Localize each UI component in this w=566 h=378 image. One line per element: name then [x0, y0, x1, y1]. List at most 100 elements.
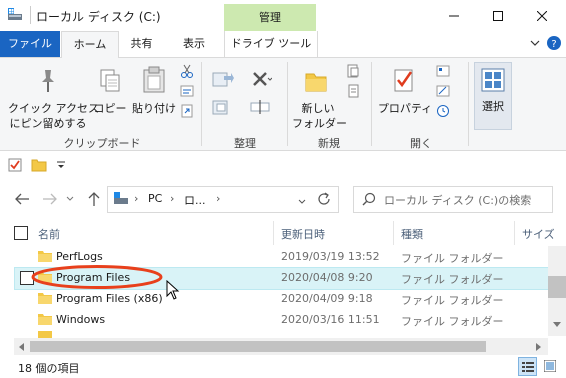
close-button[interactable] — [520, 0, 564, 31]
file-modified: 2020/04/08 9:20 — [281, 271, 373, 284]
details-view-icon — [522, 362, 534, 372]
file-modified: 2019/03/19 13:52 — [281, 250, 380, 263]
forward-icon — [43, 193, 57, 205]
cut-icon[interactable] — [180, 64, 194, 78]
group-separator — [468, 62, 469, 146]
maximize-button[interactable] — [476, 0, 520, 31]
group-separator — [371, 62, 372, 146]
drive-icon — [114, 192, 128, 204]
pin-icon — [42, 70, 54, 92]
vertical-scrollbar[interactable] — [548, 246, 566, 336]
tab-file[interactable]: ファイル — [0, 31, 60, 57]
tab-view[interactable]: 表示 — [166, 31, 222, 57]
scroll-left-icon[interactable] — [18, 343, 24, 351]
column-header-type[interactable]: 種類 — [401, 226, 423, 242]
column-header-size[interactable]: サイズ — [522, 226, 555, 242]
ribbon-expand-button[interactable] — [526, 34, 544, 52]
address-dropdown-button[interactable] — [298, 195, 306, 208]
column-divider[interactable] — [273, 221, 274, 245]
scroll-right-icon[interactable] — [536, 343, 542, 351]
refresh-button[interactable] — [316, 191, 332, 210]
file-modified: 2020/03/16 11:51 — [281, 313, 380, 326]
tab-drive-tools[interactable]: ドライブ ツール — [224, 31, 318, 57]
breadcrumb-separator: › — [170, 192, 175, 205]
file-name: PerfLogs — [56, 250, 103, 263]
pin-to-quick-access-button[interactable]: クイック アクセス にピン留めする — [8, 62, 99, 134]
rename-icon[interactable] — [250, 98, 272, 116]
delete-icon[interactable] — [250, 70, 272, 88]
tab-home[interactable]: ホーム — [61, 31, 119, 58]
vertical-scroll-thumb[interactable] — [548, 276, 566, 298]
file-type: ファイル フォルダー — [401, 294, 504, 307]
group-separator — [287, 62, 288, 146]
search-input[interactable]: ローカル ディスク (C:)の検索 — [384, 192, 531, 208]
qat-new-folder-icon[interactable] — [31, 158, 47, 172]
search-box[interactable]: ローカル ディスク (C:)の検索 — [353, 186, 553, 213]
copy-to-icon[interactable] — [212, 98, 234, 116]
file-row[interactable]: Program Files (x86) 2020/04/09 9:18 ファイル… — [14, 288, 547, 309]
select-icon — [481, 68, 505, 92]
status-bar: 18 個の項目 — [0, 355, 566, 378]
horizontal-scroll-thumb[interactable] — [30, 341, 486, 352]
scroll-down-icon[interactable] — [553, 322, 561, 328]
properties-button[interactable]: プロパティ — [376, 62, 434, 134]
group-label-new: 新規 — [318, 137, 340, 150]
help-button[interactable]: ? — [545, 34, 563, 52]
up-button[interactable] — [84, 189, 104, 209]
file-row[interactable]: Windows 2020/03/16 11:51 ファイル フォルダー — [14, 309, 547, 330]
select-label: 選択 — [482, 100, 504, 113]
open-icon[interactable] — [436, 64, 450, 78]
copy-path-icon[interactable] — [180, 84, 194, 98]
back-button[interactable] — [12, 189, 32, 209]
new-folder-button[interactable]: 新しい フォルダー — [292, 62, 347, 134]
annotation-ellipse — [31, 265, 163, 289]
breadcrumb-drive[interactable]: ロ... — [184, 192, 206, 208]
context-tab-header: 管理 — [259, 11, 281, 24]
history-icon[interactable] — [436, 104, 450, 118]
move-to-icon[interactable] — [212, 70, 234, 88]
file-type: ファイル フォルダー — [401, 252, 504, 265]
folder-icon — [38, 331, 52, 338]
column-header-name[interactable]: 名前 — [38, 226, 60, 242]
column-header-modified[interactable]: 更新日時 — [281, 226, 325, 242]
breadcrumb-pc[interactable]: PC — [148, 192, 162, 205]
folder-icon — [38, 293, 52, 304]
details-view-button[interactable] — [518, 357, 537, 376]
file-name: Program Files (x86) — [56, 292, 163, 305]
new-folder-icon — [305, 73, 327, 92]
quick-access-toolbar — [0, 151, 566, 179]
properties-label: プロパティ — [377, 102, 433, 115]
chevron-down-icon — [298, 199, 306, 204]
maximize-icon — [493, 10, 503, 21]
forward-button[interactable] — [40, 189, 60, 209]
paste-shortcut-icon[interactable] — [180, 104, 194, 118]
file-modified: 2020/04/09 9:18 — [281, 292, 373, 305]
select-all-checkbox[interactable] — [14, 226, 28, 240]
window-title: ローカル ディスク (C:) — [36, 10, 161, 24]
minimize-button[interactable] — [432, 0, 476, 31]
select-button[interactable]: 選択 — [474, 62, 512, 130]
paste-icon — [143, 66, 165, 93]
copy-button[interactable]: コピー — [92, 62, 128, 124]
edit-icon[interactable] — [436, 84, 450, 98]
up-icon — [88, 192, 100, 206]
group-label-clipboard: クリップボード — [63, 137, 141, 150]
column-divider[interactable] — [393, 221, 394, 245]
new-item-icon[interactable] — [346, 64, 360, 78]
group-label-organize: 整理 — [234, 137, 256, 150]
paste-button[interactable]: 貼り付け — [132, 62, 176, 124]
column-divider[interactable] — [514, 221, 515, 245]
recent-locations-button[interactable] — [64, 189, 76, 209]
large-icons-view-button[interactable] — [541, 357, 560, 376]
qat-customize-icon[interactable] — [56, 160, 66, 170]
address-bar[interactable]: › PC › ロ... › — [107, 186, 339, 213]
refresh-icon — [318, 192, 330, 205]
item-count: 18 個の項目 — [18, 362, 80, 375]
tab-share[interactable]: 共有 — [119, 31, 164, 57]
ribbon-tabs: ファイル ホーム 共有 表示 ドライブ ツール ? — [0, 31, 566, 58]
qat-properties-icon[interactable] — [8, 158, 22, 172]
folder-icon — [38, 251, 52, 262]
easy-access-icon[interactable] — [346, 84, 360, 98]
horizontal-scrollbar[interactable] — [14, 338, 548, 355]
new-folder-label-line1: 新しい — [301, 102, 335, 115]
